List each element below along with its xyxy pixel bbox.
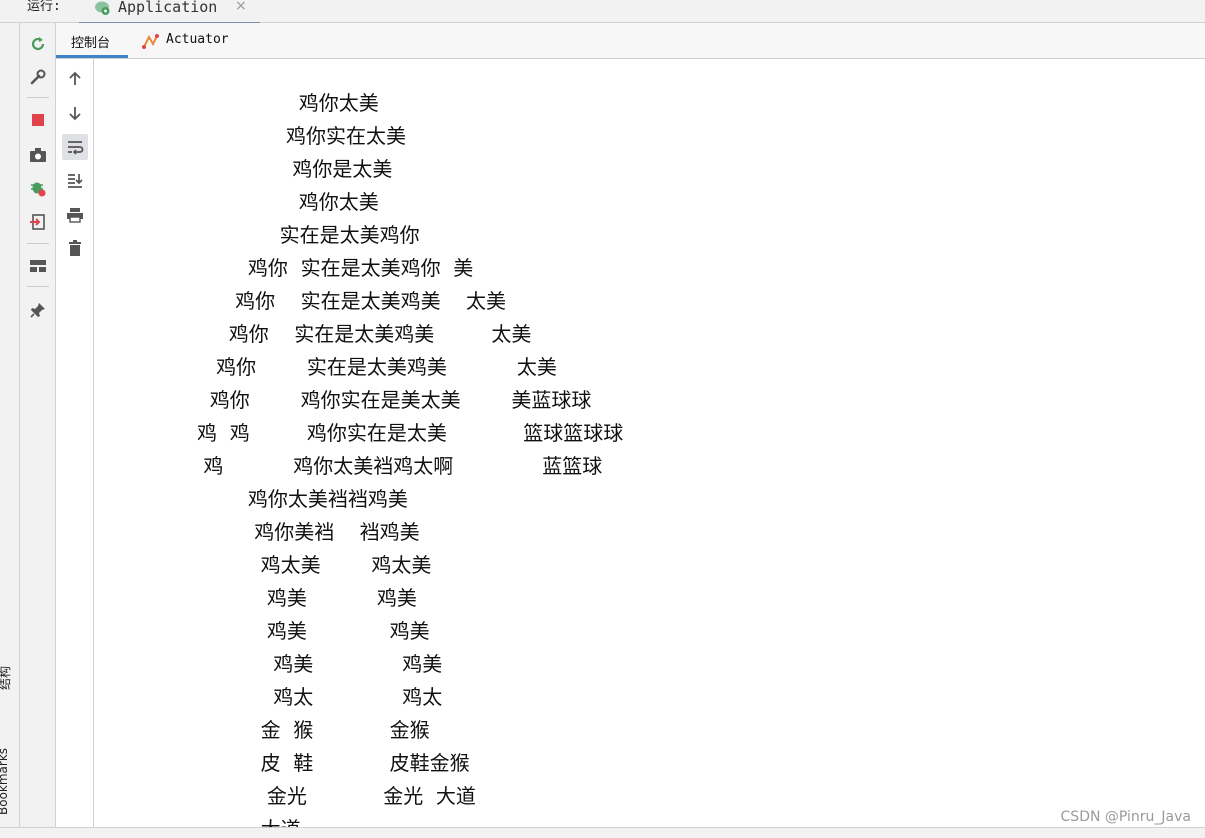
watermark: CSDN @Pinru_Java [1060, 809, 1191, 825]
pin-icon[interactable] [27, 299, 49, 321]
actuator-icon [142, 34, 159, 49]
soft-wrap-icon[interactable] [62, 134, 88, 160]
console-line: 鸡你实在太美 [197, 124, 407, 148]
trash-icon[interactable] [62, 235, 88, 261]
tab-console-label: 控制台 [71, 36, 111, 51]
console-tab-bar: 控制台 Actuator [56, 23, 1205, 59]
console-line: 金光 金光 大道 [197, 784, 476, 808]
console-line: 金 猴 金猴 [197, 718, 430, 742]
application-run-tab[interactable]: Application × [79, 0, 260, 24]
application-tab-label: Application [118, 0, 218, 16]
tab-console[interactable]: 控制台 [56, 23, 128, 58]
structure-label: 结构 [0, 665, 12, 690]
console-output[interactable]: 鸡你太美 鸡你实在太美 鸡你是太美 鸡你太美 实在是太美鸡你 鸡你 实在是太美鸡… [94, 59, 1205, 827]
scroll-down-icon[interactable] [62, 100, 88, 126]
console-line: 鸡你 实在是太美鸡美 太美 [197, 322, 532, 346]
layout-icon[interactable] [27, 255, 49, 277]
console-line: 鸡你是太美 [197, 157, 393, 181]
console-line: 鸡美 鸡美 [197, 586, 417, 610]
console-line: 大道 [197, 817, 301, 827]
console-text: 鸡你太美 鸡你实在太美 鸡你是太美 鸡你太美 实在是太美鸡你 鸡你 实在是太美鸡… [197, 87, 623, 827]
console-line: 鸡你 实在是太美鸡美 太美 [197, 289, 507, 313]
run-tab-bar: 运行: Application × [0, 0, 1205, 24]
console-line: 鸡你 实在是太美鸡美 太美 [197, 355, 557, 379]
console-line: 鸡你 实在是太美鸡你 美 [197, 256, 474, 280]
console-line: 鸡你美裆 裆鸡美 [197, 520, 420, 544]
console-line: 鸡美 鸡美 [197, 619, 430, 643]
print-icon[interactable] [62, 202, 88, 228]
wrench-icon[interactable] [27, 66, 49, 88]
scroll-to-end-icon[interactable] [62, 167, 88, 193]
rerun-icon[interactable] [27, 33, 49, 55]
run-label: 运行: [27, 0, 61, 14]
toolbar-divider [27, 243, 49, 244]
exit-icon[interactable] [27, 211, 49, 233]
bottom-tool-bar [0, 827, 1205, 838]
stop-icon[interactable] [27, 109, 49, 131]
camera-icon[interactable] [27, 144, 49, 166]
structure-side-tab[interactable]: 结构 [0, 666, 13, 690]
scroll-up-icon[interactable] [62, 66, 88, 92]
debug-icon[interactable] [27, 177, 49, 199]
run-actions-toolbar [20, 23, 56, 827]
console-line: 鸡你太美 [197, 190, 379, 214]
console-line: 鸡 鸡 鸡你实在是太美 篮球篮球球 [197, 421, 624, 445]
toolbar-divider [27, 97, 49, 98]
console-line: 鸡你太美裆裆鸡美 [197, 487, 408, 511]
console-line: 皮 鞋 皮鞋金猴 [197, 751, 470, 775]
console-line: 实在是太美鸡你 [197, 223, 420, 247]
tab-actuator-label: Actuator [166, 32, 229, 47]
console-line: 鸡 鸡你太美裆鸡太啊 蓝篮球 [197, 454, 603, 478]
left-tool-strip [0, 0, 20, 837]
console-line: 鸡太美 鸡太美 [197, 553, 432, 577]
console-line: 鸡太 鸡太 [197, 685, 443, 709]
console-tools-column [56, 59, 94, 827]
console-line: 鸡你太美 [197, 91, 379, 115]
console-line: 鸡你 鸡你实在是美太美 美蓝球球 [197, 388, 592, 412]
toolbar-divider [27, 286, 49, 287]
bookmarks-label: Bookmarks [0, 747, 10, 815]
spring-boot-icon [95, 1, 110, 15]
console-line: 鸡美 鸡美 [197, 652, 443, 676]
close-tab-icon[interactable]: × [235, 0, 247, 14]
bookmarks-side-tab[interactable]: Bookmarks [0, 748, 10, 815]
